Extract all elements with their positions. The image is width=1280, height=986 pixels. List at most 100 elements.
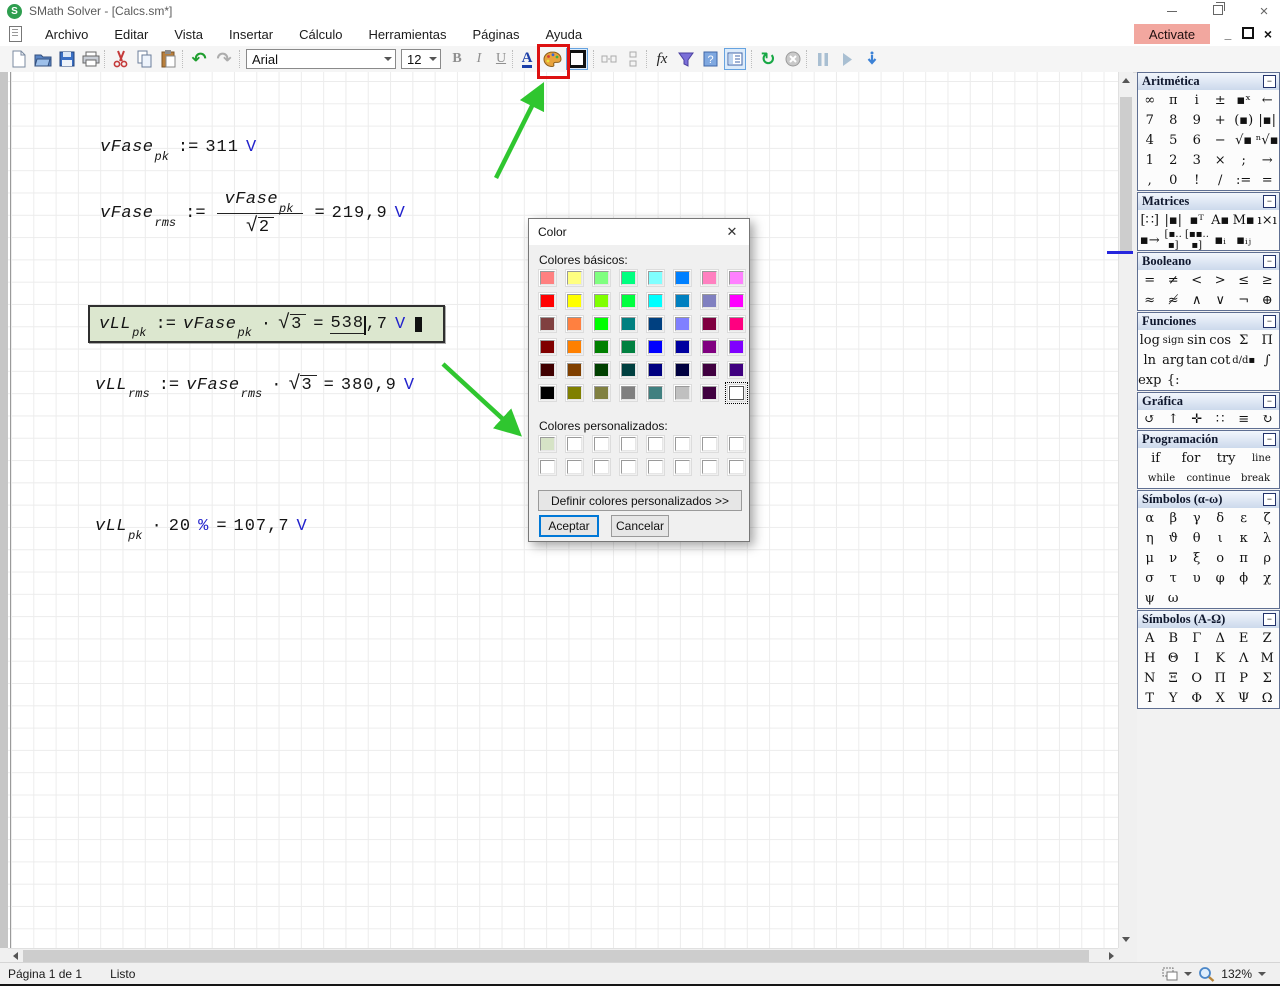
page-layout-icon[interactable] [1162, 967, 1178, 981]
palette-item[interactable]: > [1208, 273, 1231, 288]
color-swatch[interactable] [646, 269, 665, 287]
palette-item[interactable]: M▪ [1232, 213, 1255, 228]
color-swatch[interactable] [565, 361, 584, 379]
palette-item[interactable]: ∨ [1208, 293, 1231, 308]
color-swatch[interactable] [592, 269, 611, 287]
palette-item[interactable]: Δ [1208, 631, 1231, 646]
color-swatch[interactable] [619, 458, 638, 476]
color-swatch[interactable] [646, 361, 665, 379]
palette-item[interactable]: ± [1208, 93, 1231, 108]
color-swatch[interactable] [673, 338, 692, 356]
side-panels-toggle-button[interactable] [724, 48, 746, 70]
palette-item[interactable]: ν [1161, 551, 1184, 566]
palette-item[interactable]: τ [1161, 571, 1184, 586]
palette-item[interactable]: ψ [1138, 591, 1161, 606]
palette-item[interactable]: [∷] [1138, 213, 1161, 228]
palette-item[interactable]: ≤ [1232, 273, 1255, 288]
palette-item[interactable]: Λ [1232, 651, 1255, 666]
filter-funnel-icon[interactable] [675, 48, 697, 70]
color-swatch[interactable] [592, 361, 611, 379]
scroll-down-icon[interactable] [1119, 931, 1133, 948]
palette-item[interactable]: Ν [1138, 671, 1161, 686]
insert-breakpoint-icon[interactable] [861, 48, 883, 70]
scroll-right-icon[interactable] [1104, 949, 1118, 963]
color-swatch[interactable] [727, 384, 746, 402]
palette-item[interactable]: × [1208, 153, 1231, 168]
underline-button[interactable]: U [490, 48, 512, 70]
palette-item[interactable]: (▪) [1232, 113, 1255, 128]
selected-formula-region[interactable]: vLLpk:=vFasepk·√3=538,7V [88, 305, 445, 343]
palette-item[interactable]: ∫ [1255, 353, 1278, 368]
palette-item[interactable]: → [1255, 153, 1278, 168]
palette-item[interactable]: φ [1208, 571, 1231, 586]
color-swatch[interactable] [538, 338, 557, 356]
palette-item[interactable]: 0 [1161, 173, 1184, 188]
color-swatch[interactable] [538, 384, 557, 402]
palette-item[interactable]: ▪ᵢ [1208, 233, 1231, 248]
layout-dropdown-icon[interactable] [1184, 972, 1192, 976]
palette-item[interactable]: ≈ [1138, 293, 1161, 308]
undo-icon[interactable]: ↶ [188, 48, 210, 70]
color-swatch[interactable] [673, 315, 692, 333]
define-custom-colors-button[interactable]: Definir colores personalizados >> [538, 490, 742, 511]
menu-editar[interactable]: Editar [101, 24, 161, 45]
dialog-close-icon[interactable]: ✕ [715, 219, 749, 245]
palette-item[interactable]: ω [1161, 591, 1184, 606]
recalculate-icon[interactable]: ↻ [757, 48, 779, 70]
palette-item[interactable]: log [1138, 333, 1161, 348]
color-swatch[interactable] [538, 458, 557, 476]
palette-item[interactable]: try [1209, 451, 1244, 466]
color-swatch[interactable] [727, 338, 746, 356]
palette-item[interactable]: ⁿ√▪ [1255, 133, 1278, 148]
palette-item[interactable]: |▪| [1255, 113, 1278, 128]
color-swatch[interactable] [538, 269, 557, 287]
palette-item[interactable]: ▪→ [1138, 233, 1161, 248]
palette-item[interactable]: ı×ı [1255, 213, 1278, 228]
panel-header[interactable]: Booleano− [1138, 253, 1279, 270]
color-swatch[interactable] [700, 435, 719, 453]
palette-item[interactable]: exp [1138, 373, 1161, 388]
mdi-close-icon[interactable]: × [1262, 26, 1274, 42]
palette-item[interactable]: sign [1161, 335, 1184, 346]
collapse-icon[interactable]: − [1263, 395, 1276, 408]
scroll-left-icon[interactable] [8, 949, 22, 963]
panel-header[interactable]: Símbolos (A-Ω)− [1138, 611, 1279, 628]
menu-calculo[interactable]: Cálculo [286, 24, 355, 45]
color-swatch[interactable] [592, 384, 611, 402]
menu-vista[interactable]: Vista [161, 24, 216, 45]
color-swatch[interactable] [700, 315, 719, 333]
palette-item[interactable]: d∕d▪ [1232, 355, 1255, 366]
formula-vFase-pk[interactable]: vFasepk:=311V [100, 138, 257, 157]
palette-item[interactable]: := [1232, 173, 1255, 188]
color-swatch[interactable] [700, 338, 719, 356]
print-icon[interactable] [80, 48, 102, 70]
formula-vFase-rms[interactable]: vFaserms:=vFasepk√2=219,9V [100, 190, 406, 237]
color-swatch[interactable] [673, 269, 692, 287]
color-swatch[interactable] [646, 435, 665, 453]
cut-icon[interactable] [110, 48, 132, 70]
color-swatch[interactable] [592, 458, 611, 476]
color-swatch[interactable] [700, 361, 719, 379]
palette-item[interactable]: Μ [1255, 651, 1278, 666]
color-swatch[interactable] [619, 315, 638, 333]
horizontal-scrollbar[interactable] [8, 948, 1118, 963]
palette-item[interactable]: / [1208, 173, 1231, 188]
panel-header[interactable]: Símbolos (α-ω)− [1138, 491, 1279, 508]
palette-item[interactable]: line [1244, 453, 1279, 464]
color-swatch[interactable] [700, 384, 719, 402]
palette-item[interactable]: − [1208, 133, 1231, 148]
palette-item[interactable]: γ [1185, 511, 1208, 526]
palette-item[interactable]: A▪ [1208, 213, 1231, 228]
open-folder-icon[interactable] [32, 48, 54, 70]
palette-item[interactable]: ρ [1255, 551, 1278, 566]
palette-item[interactable]: Υ [1161, 691, 1184, 706]
color-swatch[interactable] [727, 458, 746, 476]
scroll-up-icon[interactable] [1119, 72, 1133, 89]
palette-item[interactable]: while [1138, 473, 1185, 484]
palette-item[interactable]: ; [1232, 153, 1255, 168]
color-swatch[interactable] [727, 292, 746, 310]
vertical-scrollbar[interactable] [1118, 72, 1133, 948]
palette-item[interactable]: Η [1138, 651, 1161, 666]
font-size-select[interactable]: 12 [401, 49, 441, 69]
color-swatch[interactable] [727, 269, 746, 287]
